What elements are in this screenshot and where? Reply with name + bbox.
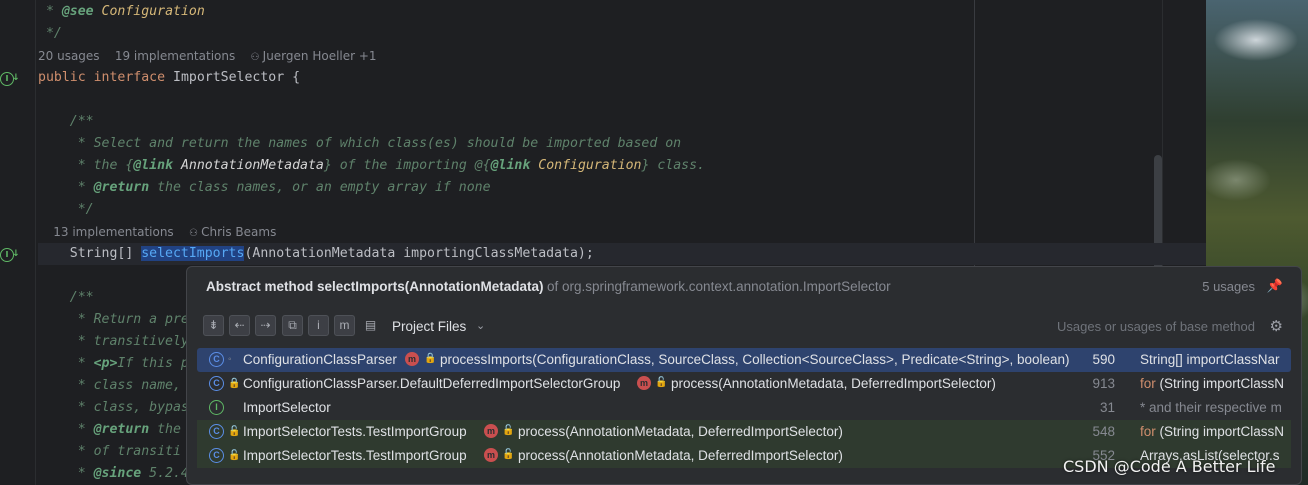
class-icon: C: [209, 352, 224, 367]
method-icon: m: [405, 352, 419, 366]
usage-class: ConfigurationClassParser.DefaultDeferred…: [243, 376, 621, 391]
usage-row[interactable]: C 🔓 ImportSelectorTests.TestImportGroup …: [197, 420, 1291, 444]
code-line: */: [38, 26, 62, 41]
navigate-back-icon[interactable]: ⇠: [229, 315, 250, 336]
popup-header: Abstract method selectImports(Annotation…: [187, 267, 1301, 307]
editor-gutter: I I: [0, 0, 36, 485]
popup-subtitle: of org.springframework.context.annotatio…: [547, 279, 891, 294]
public-access-icon: 🔓: [228, 426, 241, 437]
public-access-icon: 🔓: [228, 450, 241, 461]
class-icon: C: [209, 448, 224, 463]
navigate-forward-icon[interactable]: ⇢: [255, 315, 276, 336]
search-scope-hint: Usages or usages of base method: [1056, 319, 1255, 334]
code-line: */: [38, 202, 94, 217]
popup-toolbar: ⇟ ⇠ ⇢ ⧉ i m ▤ Project Files ⌄ Usages or …: [187, 311, 1301, 341]
inlay-hint-implementations[interactable]: 13 implementations Chris Beams: [38, 221, 1206, 243]
interface-declaration: public interface ImportSelector {: [38, 70, 301, 85]
popup-title: Abstract method selectImports(Annotation…: [206, 279, 544, 294]
method-icon: m: [484, 448, 498, 462]
private-lock-icon: 🔒: [424, 353, 437, 364]
private-lock-icon: 🔒: [228, 378, 241, 389]
usage-snippet: for (String importClassN: [1140, 424, 1285, 439]
usage-row[interactable]: I ImportSelector 31 * and their respecti…: [197, 396, 1291, 420]
inlay-hint-usages[interactable]: 20 usages 19 implementations Juergen Hoe…: [38, 45, 1206, 67]
scope-selector[interactable]: Project Files: [392, 319, 466, 334]
usage-class: ImportSelectorTests.TestImportGroup: [243, 448, 467, 463]
usage-class: ConfigurationClassParser: [243, 352, 397, 367]
usage-class: ImportSelectorTests.TestImportGroup: [243, 424, 467, 439]
usage-line-number: 548: [1092, 424, 1115, 439]
collapse-all-icon[interactable]: ⇟: [203, 315, 224, 336]
open-in-find-window-icon[interactable]: ⧉: [282, 315, 303, 336]
usage-class: ImportSelector: [243, 400, 331, 415]
code-line: * Select and return the names of which c…: [38, 136, 682, 151]
implemented-interface-gutter-icon[interactable]: I: [0, 72, 20, 86]
usages-count: 5 usages: [1202, 279, 1255, 294]
code-line: /**: [38, 114, 94, 129]
preview-icon[interactable]: ▤: [360, 315, 381, 336]
usage-line-number: 590: [1092, 352, 1115, 367]
info-icon[interactable]: i: [308, 315, 329, 336]
code-line: * @return the class names, or an empty a…: [38, 180, 491, 195]
chevron-down-icon[interactable]: ⌄: [476, 319, 485, 332]
pin-icon[interactable]: 📌: [1267, 278, 1283, 294]
method-name-selectImports[interactable]: selectImports: [141, 246, 245, 261]
gear-icon[interactable]: ⚙: [1270, 317, 1283, 335]
usage-method: process(AnnotationMetadata, DeferredImpo…: [518, 448, 843, 463]
interface-icon: I: [209, 400, 224, 415]
code-line: * @see Configuration: [38, 4, 205, 19]
usages-list: C ◦ ConfigurationClassParser m 🔒 process…: [197, 348, 1291, 468]
code-line: * the {@link AnnotationMetadata} of the …: [38, 158, 705, 173]
public-access-icon: 🔓: [655, 377, 668, 388]
usage-snippet: String[] importClassNar: [1140, 352, 1280, 367]
usage-snippet: * and their respective m: [1140, 400, 1282, 415]
implemented-method-gutter-icon[interactable]: I: [0, 248, 20, 262]
show-usages-popup[interactable]: Abstract method selectImports(Annotation…: [186, 266, 1302, 485]
class-icon: C: [209, 376, 224, 391]
method-icon: m: [484, 424, 498, 438]
public-access-icon: 🔓: [502, 449, 515, 460]
usage-snippet: for (String importClassN: [1140, 376, 1285, 391]
package-private-icon: ◦: [228, 354, 232, 365]
usage-line-number: 913: [1092, 376, 1115, 391]
usage-method: process(AnnotationMetadata, DeferredImpo…: [671, 376, 996, 391]
usage-method: process(AnnotationMetadata, DeferredImpo…: [518, 424, 843, 439]
watermark: CSDN @Code A Better Life: [1063, 457, 1276, 476]
usage-line-number: 31: [1099, 400, 1115, 415]
usage-row[interactable]: C 🔒 ConfigurationClassParser.DefaultDefe…: [197, 372, 1291, 396]
method-declaration-line: String[] selectImports(AnnotationMetadat…: [38, 243, 1206, 265]
method-filter-icon[interactable]: m: [334, 315, 355, 336]
class-icon: C: [209, 424, 224, 439]
public-access-icon: 🔓: [502, 425, 515, 436]
usage-method: processImports(ConfigurationClass, Sourc…: [440, 352, 1070, 367]
usage-row[interactable]: C ◦ ConfigurationClassParser m 🔒 process…: [197, 348, 1291, 372]
method-icon: m: [637, 376, 651, 390]
